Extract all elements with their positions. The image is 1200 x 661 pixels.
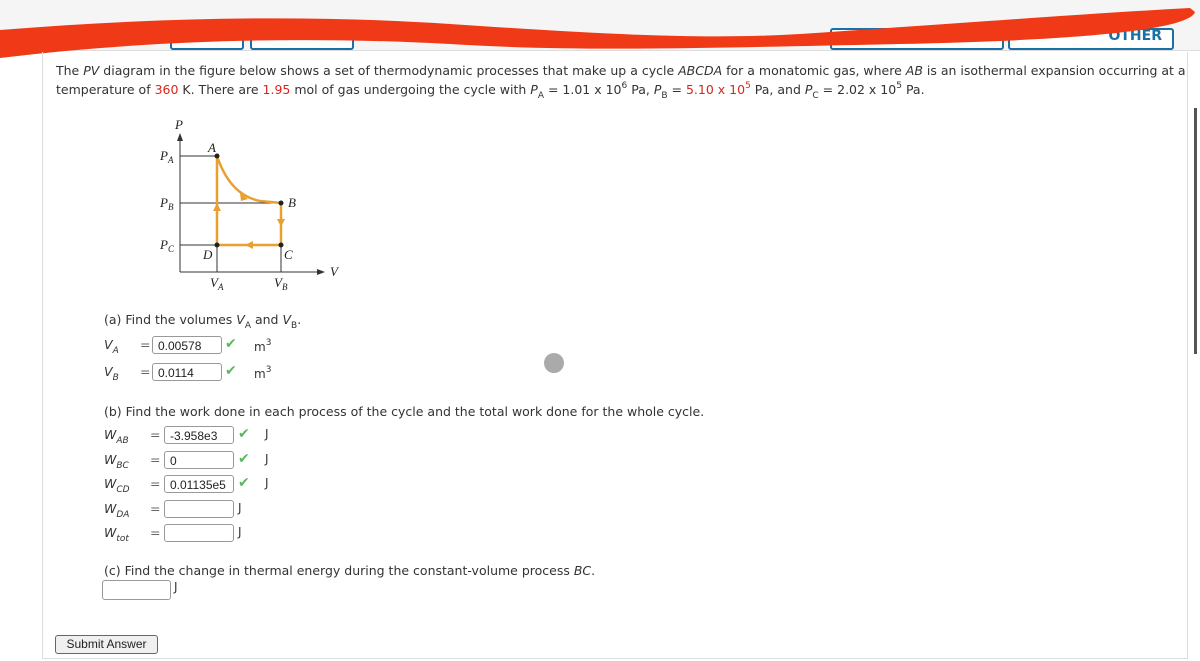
work-input-ab[interactable]: -3.958e3 (164, 426, 234, 444)
redaction-scribble (0, 8, 1195, 58)
work-label: Wtot (104, 525, 129, 544)
svg-text:PC: PC (159, 237, 175, 254)
check-icon: ✔ (225, 336, 237, 352)
v-axis-label: V (330, 264, 340, 279)
va-input[interactable]: 0.00578 (152, 336, 222, 354)
work-input-bc[interactable]: 0 (164, 450, 234, 469)
unit-label: J (265, 427, 269, 441)
svg-text:D: D (202, 247, 213, 262)
problem-line-2: temperature of 360 K. There are 1.95 mol… (56, 81, 925, 101)
check-icon: ✔ (238, 426, 250, 442)
scrollbar[interactable] (1194, 108, 1197, 354)
work-label: WBC (104, 451, 129, 471)
work-input-cd[interactable]: 0.01135e5 (164, 475, 234, 493)
cursor-indicator (544, 353, 564, 373)
work-label: WDA (104, 500, 130, 520)
part-c-prompt: (c) Find the change in thermal energy du… (104, 563, 596, 578)
vb-label: VB (104, 364, 119, 383)
check-icon: ✔ (225, 363, 237, 379)
svg-text:PB: PB (159, 195, 174, 212)
part-b-prompt: (b) Find the work done in each process o… (104, 404, 705, 419)
thermal-energy-input[interactable] (102, 580, 171, 600)
work-input-tot[interactable] (164, 524, 234, 542)
unit-label: J (174, 580, 178, 594)
unit-label: J (265, 476, 269, 490)
submit-answer-button[interactable]: Submit Answer (55, 635, 158, 654)
svg-text:VB: VB (274, 275, 288, 290)
pv-diagram: P V PA PB PC VA VB A B C D (159, 117, 340, 290)
check-icon: ✔ (238, 450, 250, 467)
svg-text:C: C (284, 247, 293, 262)
unit-label: J (265, 451, 269, 466)
unit-label: m3 (254, 338, 272, 354)
va-label: VA (104, 337, 119, 356)
p-axis-label: P (174, 117, 183, 132)
svg-text:B: B (288, 195, 296, 210)
unit-label: J (238, 525, 242, 539)
svg-text:VA: VA (210, 275, 224, 290)
svg-text:A: A (207, 140, 216, 155)
v-axis-arrow (317, 269, 325, 275)
unit-label: m3 (254, 365, 272, 381)
p-axis-arrow (177, 133, 183, 141)
work-label: WCD (104, 476, 130, 495)
vb-input[interactable]: 0.0114 (152, 363, 222, 381)
work-label: WAB (104, 427, 129, 446)
svg-text:PA: PA (159, 148, 174, 165)
check-icon: ✔ (238, 475, 250, 491)
cycle-path (215, 155, 283, 247)
unit-label: J (238, 500, 242, 515)
problem-line-1: The PV diagram in the figure below shows… (56, 63, 1186, 78)
part-a-prompt: (a) Find the volumes VA and VB. (104, 312, 302, 331)
work-input-da[interactable] (164, 499, 234, 518)
